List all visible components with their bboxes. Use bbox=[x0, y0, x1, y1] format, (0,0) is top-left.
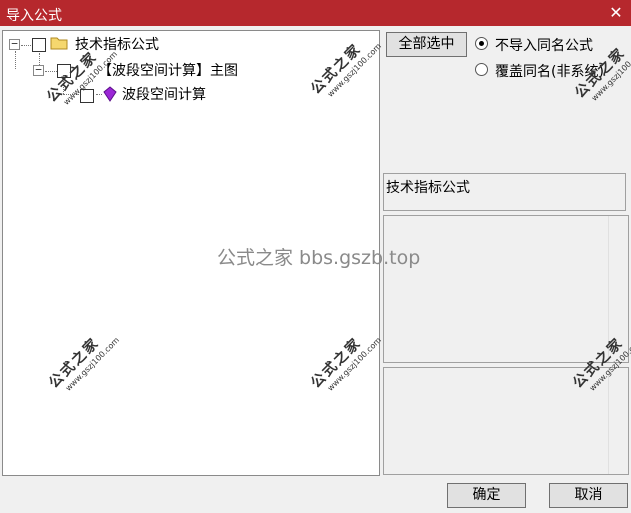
formula-tree[interactable]: − 技术指标公式 − 【波段空间计算】主图 波段空间计算 bbox=[2, 30, 380, 476]
radio-label[interactable]: 不导入同名公式 bbox=[495, 35, 593, 55]
tree-connector bbox=[15, 51, 16, 69]
tree-connector bbox=[45, 71, 57, 72]
ok-button[interactable]: 确定 bbox=[447, 483, 526, 508]
window-title: 导入公式 bbox=[6, 8, 62, 24]
root-label[interactable]: 技术指标公式 bbox=[75, 34, 159, 54]
radio-label[interactable]: 覆盖同名(非系统) bbox=[495, 61, 604, 81]
root-expander[interactable]: − bbox=[9, 38, 20, 50]
tree-connector bbox=[63, 78, 64, 94]
child-checkbox[interactable] bbox=[57, 64, 71, 78]
leaf-checkbox[interactable] bbox=[80, 89, 94, 103]
tree-connector bbox=[63, 94, 79, 95]
folder-icon bbox=[50, 37, 68, 50]
description-box[interactable] bbox=[383, 215, 629, 363]
tree-connector bbox=[96, 94, 102, 95]
leaf-label[interactable]: 波段空间计算 bbox=[122, 84, 206, 104]
child-expander[interactable]: − bbox=[33, 64, 44, 76]
formula-name-display: 技术指标公式 bbox=[383, 173, 626, 211]
scrollbar[interactable] bbox=[608, 216, 628, 362]
child-label[interactable]: 【波段空间计算】主图 bbox=[98, 60, 238, 80]
radio-button[interactable] bbox=[475, 37, 488, 50]
scrollbar[interactable] bbox=[608, 368, 628, 474]
cancel-button[interactable]: 取消 bbox=[549, 483, 628, 508]
root-checkbox[interactable] bbox=[32, 38, 46, 52]
parameter-box[interactable] bbox=[383, 367, 629, 475]
title-bar: 导入公式 ✕ bbox=[0, 0, 631, 26]
close-icon[interactable]: ✕ bbox=[605, 3, 627, 23]
formula-icon bbox=[103, 86, 117, 102]
select-all-button[interactable]: 全部选中 bbox=[386, 32, 467, 57]
radio-button[interactable] bbox=[475, 63, 488, 76]
tree-connector bbox=[21, 45, 31, 46]
